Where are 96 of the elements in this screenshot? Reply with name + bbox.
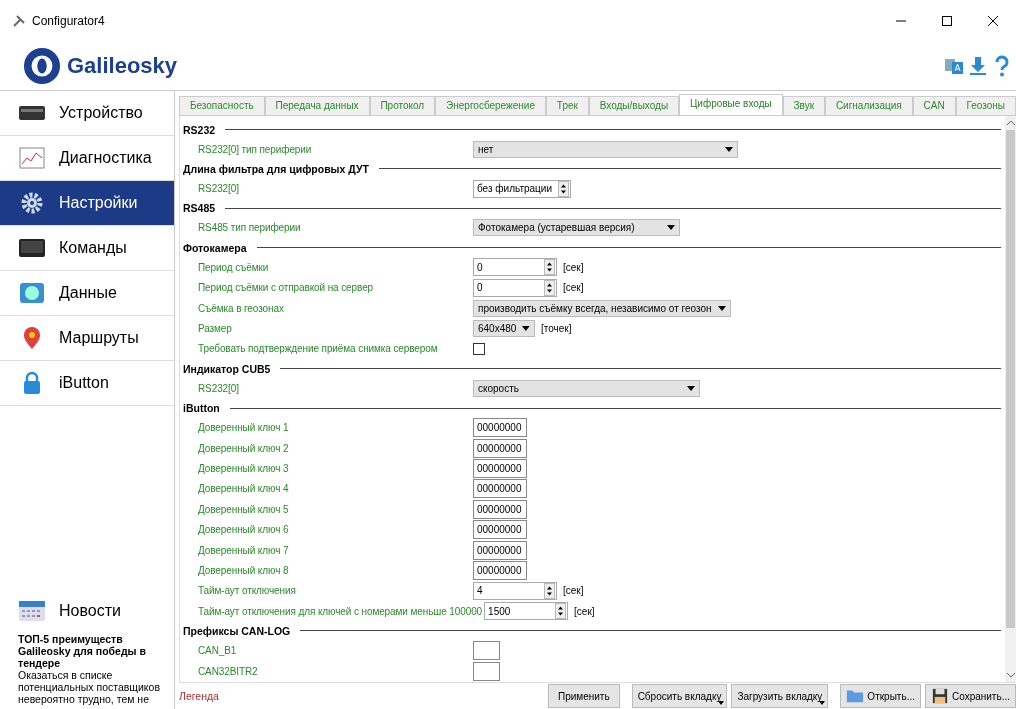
tab[interactable]: CAN xyxy=(912,96,956,115)
field-label: RS485 тип периферии xyxy=(197,222,302,234)
spin-arrows-icon[interactable] xyxy=(544,279,555,296)
section-heading: RS485 xyxy=(183,202,216,215)
spin-arrows-icon[interactable] xyxy=(555,603,567,620)
input-field[interactable]: 00000000 xyxy=(473,438,527,458)
tab[interactable]: Звук xyxy=(782,96,825,115)
input-field[interactable]: 00000000 xyxy=(473,418,527,438)
footer-button[interactable]: Сохранить... xyxy=(924,684,1016,708)
tab[interactable]: Трек xyxy=(545,96,589,115)
spin-box[interactable]: 1500 xyxy=(484,602,569,621)
field-label: Доверенный ключ 8 xyxy=(197,564,290,576)
input-field[interactable]: 00000000 xyxy=(473,560,527,580)
caret-icon xyxy=(718,305,726,311)
field-label: Доверенный ключ 4 xyxy=(197,483,290,495)
field-label: Доверенный ключ 6 xyxy=(197,524,290,536)
unit-label: [сек] xyxy=(574,605,595,617)
field-label: Съёмка в геозонах xyxy=(197,302,285,314)
caret-icon xyxy=(667,225,675,231)
field-label: Доверенный ключ 7 xyxy=(197,544,290,556)
field-label: RS232[0] xyxy=(197,382,240,394)
caret-icon xyxy=(522,326,530,332)
calendar-icon xyxy=(18,599,46,623)
chart-icon xyxy=(18,146,46,170)
footer-button[interactable]: Загрузить вкладку xyxy=(731,684,829,708)
unit-label: [сек] xyxy=(563,585,584,597)
field-label: Доверенный ключ 5 xyxy=(197,503,290,515)
unit-label: [сек] xyxy=(563,282,584,294)
dropdown[interactable]: Фотокамера (устаревшая версия) xyxy=(473,219,680,237)
scroll-down-icon[interactable] xyxy=(1005,671,1016,679)
tab[interactable]: Цифровые входы xyxy=(679,94,783,115)
field-label: Размер xyxy=(197,323,233,335)
caret-icon xyxy=(718,701,725,705)
dropdown[interactable]: производить съёмку всегда, независимо от геозон xyxy=(473,299,731,317)
tab[interactable]: Сигнализация xyxy=(824,96,913,115)
section-heading: Префиксы CAN-LOG xyxy=(183,624,291,637)
spin-box[interactable]: без фильтрации xyxy=(473,179,571,198)
brand-name: Galileosky xyxy=(67,53,178,79)
unit-label: [сек] xyxy=(563,261,584,273)
field-label: Период съёмки с отправкой на сервер xyxy=(197,282,375,294)
tools-icon xyxy=(12,14,26,28)
caret-icon xyxy=(687,385,695,391)
input-field[interactable]: 00000000 xyxy=(473,540,527,560)
legend-link[interactable]: Легенда xyxy=(179,690,219,702)
input-field[interactable] xyxy=(473,641,500,661)
tab[interactable]: Геозоны xyxy=(955,96,1016,115)
tab[interactable]: Энергосбережение xyxy=(435,96,546,115)
window-title: Configurator4 xyxy=(32,14,105,28)
tab[interactable]: Протокол xyxy=(369,96,436,115)
input-field[interactable]: 00000000 xyxy=(473,520,527,540)
section-heading: Фотокамера xyxy=(183,241,247,254)
field-label: RS232[0] xyxy=(197,183,240,195)
checkbox[interactable] xyxy=(473,342,485,355)
field-label: Тайм-аут отключения для ключей с номерами меньше 100000 xyxy=(197,605,484,617)
footer-button[interactable]: Применить xyxy=(547,684,620,708)
field-label: Требовать подтверждение приёма снимка сервером xyxy=(197,343,439,355)
caret-icon xyxy=(819,701,826,705)
section-heading: iButton xyxy=(183,402,220,414)
input-field[interactable]: 00000000 xyxy=(473,459,527,478)
unit-label: [точек] xyxy=(541,323,572,335)
spin-box[interactable]: 0 xyxy=(473,258,557,277)
spin-arrows-icon[interactable] xyxy=(544,582,555,599)
dropdown[interactable]: 640x480 xyxy=(473,320,535,338)
spin-arrows-icon[interactable] xyxy=(544,259,555,276)
spin-arrows-icon[interactable] xyxy=(558,180,569,197)
sidebar-item[interactable]: Настройки xyxy=(0,181,174,226)
input-field[interactable]: 00000000 xyxy=(473,499,527,519)
globe-icon xyxy=(18,281,46,305)
tab[interactable]: Входы/выходы xyxy=(588,96,679,115)
field-label: Тайм-аут отключения xyxy=(197,585,297,597)
input-field[interactable] xyxy=(473,661,500,681)
tab[interactable]: Передача данных xyxy=(264,96,370,115)
spin-box[interactable]: 4 xyxy=(473,581,557,600)
caret-icon xyxy=(725,146,733,152)
section-heading: RS232 xyxy=(183,123,216,136)
folder-icon xyxy=(846,688,865,704)
field-label: Доверенный ключ 3 xyxy=(197,463,290,474)
field-label: CAN32BITR2 xyxy=(197,665,259,677)
spin-box[interactable]: 0 xyxy=(473,278,557,297)
footer-button[interactable]: Открыть... xyxy=(840,684,921,708)
field-label: Доверенный ключ 1 xyxy=(197,422,290,434)
dropdown[interactable]: скорость xyxy=(473,379,700,397)
dropdown[interactable]: нет xyxy=(473,140,738,158)
section-heading: Индикатор CUB5 xyxy=(183,362,271,375)
field-label: RS232[0] тип периферии xyxy=(197,143,313,155)
section-heading: Длина фильтра для цифровых ДУТ xyxy=(183,162,369,175)
field-label: CAN_B1 xyxy=(197,645,238,657)
logo-icon xyxy=(23,47,61,85)
terminal-icon xyxy=(18,236,46,260)
field-label: Доверенный ключ 2 xyxy=(197,442,290,454)
input-field[interactable]: 00000000 xyxy=(473,479,527,499)
scroll-up-icon[interactable] xyxy=(1005,119,1016,127)
field-label: Период съёмки xyxy=(197,261,270,273)
tab[interactable]: Безопасность xyxy=(179,96,265,115)
footer-button[interactable]: Сбросить вкладку xyxy=(631,684,728,708)
download-icon[interactable] xyxy=(968,55,988,77)
